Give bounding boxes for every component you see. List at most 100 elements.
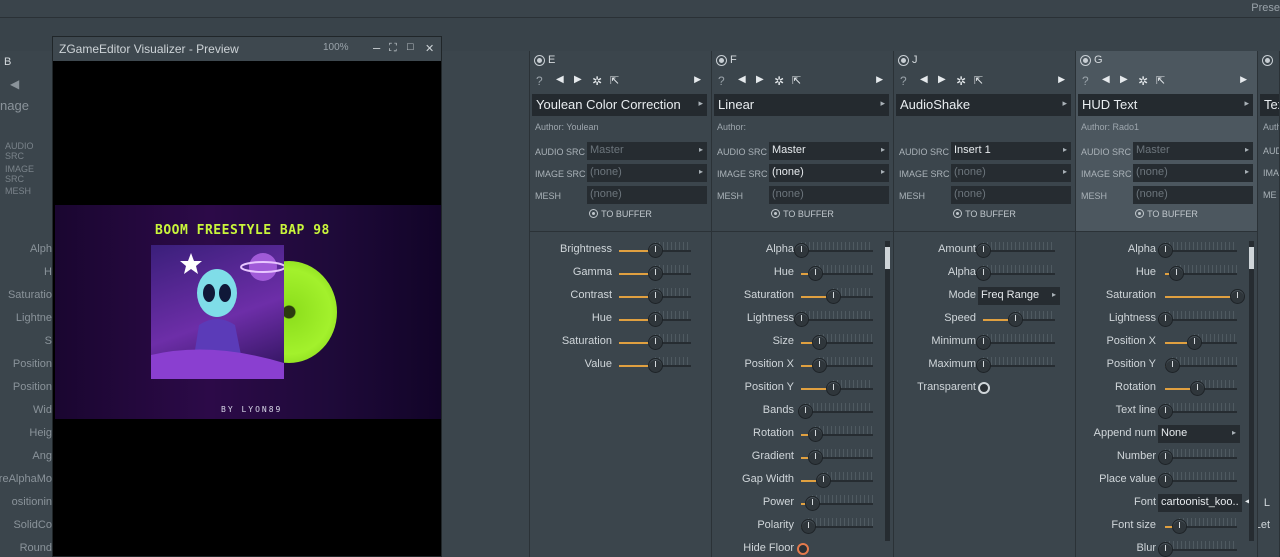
mesh-select[interactable]: (none) bbox=[951, 186, 1071, 204]
image-src-select[interactable]: (none) ▸ bbox=[587, 164, 707, 182]
power-icon[interactable] bbox=[1080, 55, 1091, 66]
image-src-select[interactable]: (none) ▸ bbox=[951, 164, 1071, 182]
help-icon[interactable]: ? bbox=[718, 74, 725, 88]
param-toggle[interactable] bbox=[978, 382, 990, 394]
help-icon[interactable]: ? bbox=[900, 74, 907, 88]
param-slider[interactable] bbox=[976, 242, 1055, 258]
randomize-icon[interactable]: ✲ bbox=[1138, 74, 1148, 88]
param-slider[interactable] bbox=[801, 380, 873, 396]
slider-knob[interactable] bbox=[1230, 289, 1245, 304]
mesh-select[interactable]: (none) bbox=[1133, 186, 1253, 204]
randomize-icon[interactable]: ✲ bbox=[592, 74, 602, 88]
link-icon[interactable]: ⇱ bbox=[1156, 74, 1165, 87]
param-slider[interactable] bbox=[619, 357, 691, 373]
param-slider[interactable] bbox=[619, 265, 691, 281]
param-slider[interactable] bbox=[1165, 289, 1245, 304]
to-buffer-toggle[interactable]: TO BUFFER bbox=[712, 209, 893, 219]
slider-knob[interactable] bbox=[808, 266, 823, 281]
effect-name-selector[interactable]: Linear ▸ bbox=[714, 94, 889, 116]
slider-knob[interactable] bbox=[1158, 404, 1173, 419]
audio-src-select[interactable]: Master ▸ bbox=[587, 142, 707, 160]
param-slider[interactable] bbox=[801, 426, 873, 442]
slider-knob[interactable] bbox=[798, 404, 813, 419]
param-slider[interactable] bbox=[801, 518, 873, 534]
preset-label[interactable]: Prese bbox=[1251, 2, 1280, 14]
audio-src-select[interactable]: Insert 1 ▸ bbox=[951, 142, 1071, 160]
param-dropdown[interactable]: None ▸ bbox=[1158, 425, 1240, 443]
slider-knob[interactable] bbox=[794, 243, 809, 258]
slider-knob[interactable] bbox=[1172, 519, 1187, 534]
slider-knob[interactable] bbox=[648, 358, 663, 373]
slider-knob[interactable] bbox=[805, 496, 820, 511]
menu-arrow-icon[interactable]: ▶ bbox=[694, 74, 701, 85]
to-buffer-toggle[interactable]: TO BUFFER bbox=[894, 209, 1075, 219]
param-dropdown[interactable]: Freq Range ▸ bbox=[978, 287, 1060, 305]
param-slider[interactable] bbox=[619, 311, 691, 327]
param-slider[interactable] bbox=[801, 357, 873, 373]
prev-preset-icon[interactable]: ◀ bbox=[1102, 74, 1110, 85]
slider-knob[interactable] bbox=[1190, 381, 1205, 396]
next-preset-icon[interactable]: ▶ bbox=[938, 74, 946, 85]
param-dropdown[interactable]: cartoonist_koo.. bbox=[1158, 494, 1242, 512]
randomize-icon[interactable]: ✲ bbox=[956, 74, 966, 88]
param-slider[interactable] bbox=[801, 495, 873, 511]
slider-knob[interactable] bbox=[648, 289, 663, 304]
scrollbar-thumb[interactable] bbox=[1249, 247, 1254, 269]
param-slider[interactable] bbox=[976, 265, 1055, 281]
maximize-icon[interactable]: □ bbox=[407, 41, 414, 53]
slider-knob[interactable] bbox=[976, 358, 991, 373]
link-icon[interactable]: ⇱ bbox=[610, 74, 619, 87]
param-slider[interactable] bbox=[1165, 357, 1237, 373]
mesh-select[interactable]: (none) bbox=[769, 186, 889, 204]
mesh-select[interactable]: (none) bbox=[587, 186, 707, 204]
slider-knob[interactable] bbox=[1158, 450, 1173, 465]
param-slider[interactable] bbox=[976, 334, 1055, 350]
param-slider[interactable] bbox=[1158, 541, 1237, 557]
preview-window[interactable]: ZGameEditor Visualizer - Preview 100% – … bbox=[52, 36, 442, 557]
slider-knob[interactable] bbox=[808, 450, 823, 465]
param-slider[interactable] bbox=[976, 357, 1055, 373]
slider-knob[interactable] bbox=[826, 289, 841, 304]
param-slider[interactable] bbox=[801, 265, 873, 281]
slider-knob[interactable] bbox=[812, 358, 827, 373]
power-icon[interactable] bbox=[898, 55, 909, 66]
param-slider[interactable] bbox=[1165, 265, 1237, 281]
power-icon[interactable] bbox=[534, 55, 545, 66]
param-slider[interactable] bbox=[801, 449, 873, 465]
minimize-icon[interactable]: – bbox=[373, 40, 380, 55]
prev-preset-icon[interactable]: ◀ bbox=[556, 74, 564, 85]
audio-src-select[interactable]: Master ▸ bbox=[769, 142, 889, 160]
param-slider[interactable] bbox=[801, 334, 873, 350]
layer-name[interactable]: Tex bbox=[1260, 94, 1279, 116]
slider-knob[interactable] bbox=[1158, 243, 1173, 258]
audio-src-select[interactable]: Master ▸ bbox=[1133, 142, 1253, 160]
image-src-select[interactable]: (none) ▸ bbox=[1133, 164, 1253, 182]
param-slider[interactable] bbox=[801, 288, 873, 304]
close-icon[interactable]: ✕ bbox=[425, 42, 434, 55]
param-slider[interactable] bbox=[983, 311, 1055, 327]
prev-preset-icon[interactable]: ◀ bbox=[738, 74, 746, 85]
param-slider[interactable] bbox=[798, 403, 873, 419]
slider-knob[interactable] bbox=[1158, 312, 1173, 327]
param-slider[interactable] bbox=[1158, 449, 1237, 465]
randomize-icon[interactable]: ✲ bbox=[774, 74, 784, 88]
slider-knob[interactable] bbox=[812, 335, 827, 350]
slider-knob[interactable] bbox=[826, 381, 841, 396]
menu-arrow-icon[interactable]: ▶ bbox=[1058, 74, 1065, 85]
param-slider[interactable] bbox=[1165, 380, 1237, 396]
scrollbar[interactable] bbox=[1249, 241, 1254, 541]
preview-titlebar[interactable]: ZGameEditor Visualizer - Preview 100% – … bbox=[53, 37, 441, 61]
effect-name-selector[interactable]: Youlean Color Correction ▸ bbox=[532, 94, 707, 116]
param-slider[interactable] bbox=[1158, 403, 1237, 419]
scrollbar-thumb[interactable] bbox=[885, 247, 890, 269]
param-slider[interactable] bbox=[619, 334, 691, 350]
slider-knob[interactable] bbox=[648, 312, 663, 327]
slider-knob[interactable] bbox=[1158, 473, 1173, 488]
slider-knob[interactable] bbox=[1158, 542, 1173, 557]
slider-knob[interactable] bbox=[1187, 335, 1202, 350]
slider-knob[interactable] bbox=[1169, 266, 1184, 281]
next-preset-icon[interactable]: ▶ bbox=[574, 74, 582, 85]
slider-knob[interactable] bbox=[1008, 312, 1023, 327]
power-icon[interactable] bbox=[716, 55, 727, 66]
prev-icon[interactable]: ◀ bbox=[10, 77, 19, 91]
